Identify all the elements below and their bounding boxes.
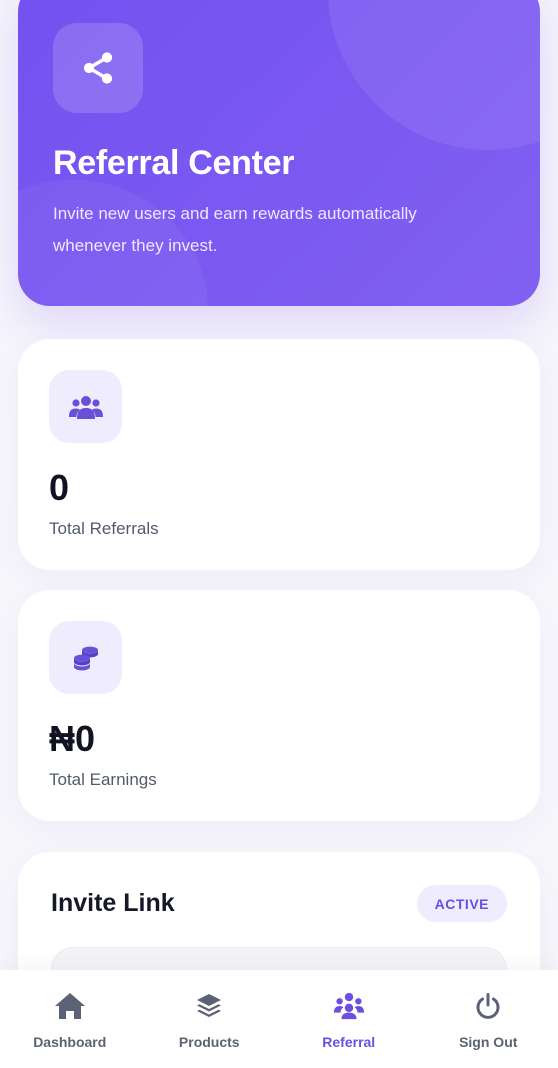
nav-item-products[interactable]: Products (140, 970, 280, 1068)
referral-hero-card: Referral Center Invite new users and ear… (18, 0, 540, 306)
nav-label-dashboard: Dashboard (33, 1034, 107, 1050)
nav-item-sign-out[interactable]: Sign Out (419, 970, 558, 1068)
coins-icon (49, 621, 122, 694)
bottom-nav: Dashboard Products Referral Sign Out (0, 970, 558, 1068)
hero-description: Invite new users and earn rewards automa… (53, 204, 417, 255)
total-earnings-label: Total Earnings (49, 770, 157, 789)
nav-item-referral[interactable]: Referral (279, 970, 419, 1068)
users-icon (49, 370, 122, 443)
users-icon (333, 990, 365, 1022)
nav-label-referral: Referral (322, 1034, 376, 1050)
status-badge: ACTIVE (416, 885, 507, 922)
total-earnings-card: ₦0 Total Earnings (18, 590, 540, 821)
total-earnings-value: ₦0 (49, 718, 96, 759)
invite-link-title: Invite Link (51, 889, 175, 917)
nav-label-products: Products (178, 1034, 240, 1050)
total-referrals-label: Total Referrals (49, 519, 159, 538)
home-icon (54, 990, 86, 1022)
referral-page: Referral Center Invite new users and ear… (0, 0, 558, 1068)
power-icon (472, 990, 504, 1022)
layers-icon (193, 990, 225, 1022)
total-referrals-value: 0 (49, 467, 70, 508)
share-icon (53, 23, 143, 113)
nav-label-sign-out: Sign Out (459, 1034, 518, 1050)
total-referrals-card: 0 Total Referrals (18, 339, 540, 570)
page-title: Referral Center (53, 144, 295, 182)
hero-decoration (328, 0, 540, 150)
nav-item-dashboard[interactable]: Dashboard (0, 970, 140, 1068)
